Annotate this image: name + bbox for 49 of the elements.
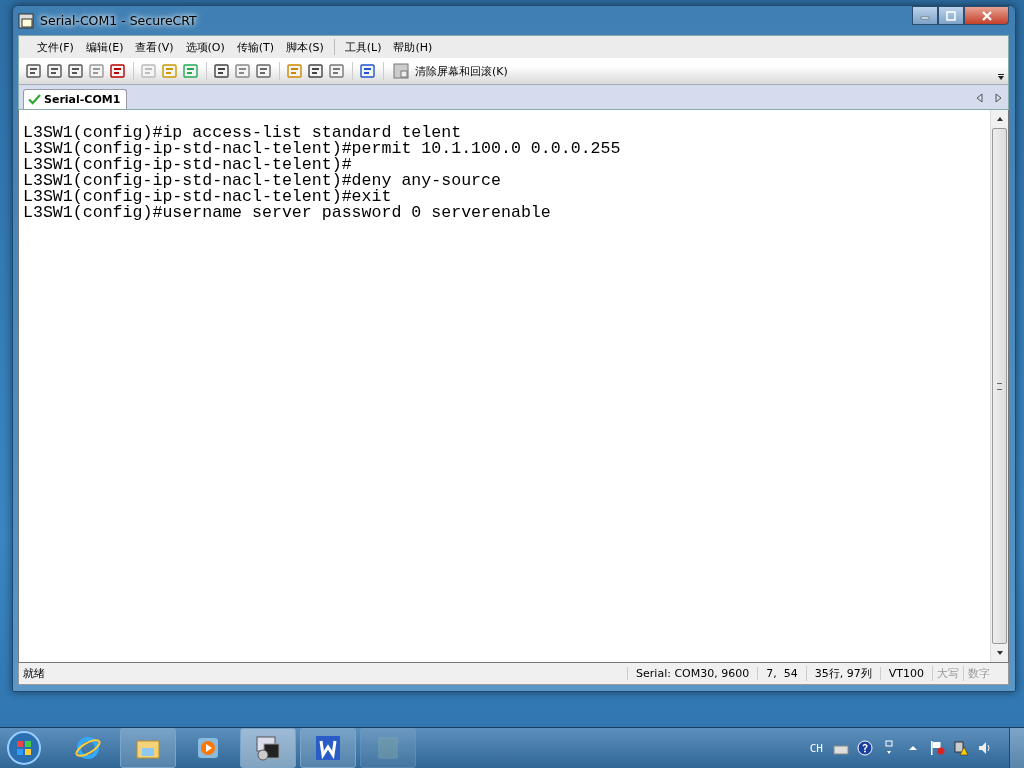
status-field: 数字 (963, 666, 994, 681)
status-field: Serial: COM30, 9600 (627, 667, 758, 680)
status-field: 大写 (932, 666, 963, 681)
scroll-down-icon[interactable] (995, 650, 1004, 656)
status-field: 35行, 97列 (805, 666, 880, 681)
terminal-line: L3SW1(config)#username server password 0 serverenable (23, 205, 551, 221)
menu-item[interactable]: 传输(T) (232, 39, 279, 55)
word-processor-icon (314, 734, 342, 762)
check-icon (28, 94, 41, 105)
show-desktop-button[interactable] (1009, 728, 1024, 768)
terminal-line: L3SW1(config)#ip access-list standard telent (23, 125, 462, 141)
input-language-indicator[interactable]: CH (809, 741, 823, 755)
terminal-line: L3SW1(config-ip-std-nacl-telent)#exit (23, 189, 392, 205)
vertical-scrollbar[interactable] (990, 110, 1008, 662)
clear-screen-icon (392, 62, 410, 80)
menu-item[interactable]: 选项(O) (181, 39, 229, 55)
scroll-right-icon[interactable] (994, 93, 1002, 103)
start-button[interactable] (6, 730, 42, 766)
close-icon (980, 10, 993, 21)
status-field: 7, 54 (757, 667, 806, 680)
app-icon (18, 12, 34, 29)
browser-icon[interactable] (74, 734, 102, 762)
toolbar-overflow-icon[interactable] (997, 73, 1005, 81)
window-title: Serial-COM1 - SecureCRT (40, 13, 197, 28)
scroll-left-icon[interactable] (976, 93, 984, 103)
close-button[interactable] (964, 6, 1009, 25)
taskbar-button[interactable] (240, 728, 296, 768)
maximize-button[interactable] (938, 6, 964, 25)
flag-icon[interactable] (929, 740, 945, 756)
menu-item[interactable]: 编辑(E) (81, 39, 128, 55)
minimize-button[interactable] (912, 6, 938, 25)
status-message: 就绪 (22, 666, 46, 681)
maximize-icon (945, 10, 957, 21)
menu-item[interactable]: 文件(F) (33, 39, 78, 55)
speaker-icon[interactable] (977, 740, 993, 756)
taskbar-button[interactable] (300, 728, 356, 768)
terminal-line: L3SW1(config-ip-std-nacl-telent)#permit 10.1.100.0 0.0.0.255 (23, 141, 621, 157)
menu-item[interactable]: 工具(L) (340, 39, 386, 55)
terminal-line: L3SW1(config-ip-std-nacl-telent)#deny any-source (23, 173, 501, 189)
network-warning-icon[interactable] (953, 740, 969, 756)
clear-screen-button[interactable]: 清除屏幕和回滚(K) (390, 62, 510, 80)
menu-item[interactable]: 脚本(S) (282, 39, 328, 55)
terminal-line: L3SW1(config-ip-std-nacl-telent)# (23, 157, 352, 173)
scroll-up-icon[interactable] (995, 116, 1004, 122)
session-tab[interactable]: Serial-COM1 (23, 89, 128, 109)
menu-item[interactable]: 帮助(H) (389, 39, 437, 55)
menu-item[interactable]: 查看(V) (131, 39, 178, 55)
status-field: VT100 (879, 667, 932, 680)
terminal-app-icon (254, 734, 282, 762)
